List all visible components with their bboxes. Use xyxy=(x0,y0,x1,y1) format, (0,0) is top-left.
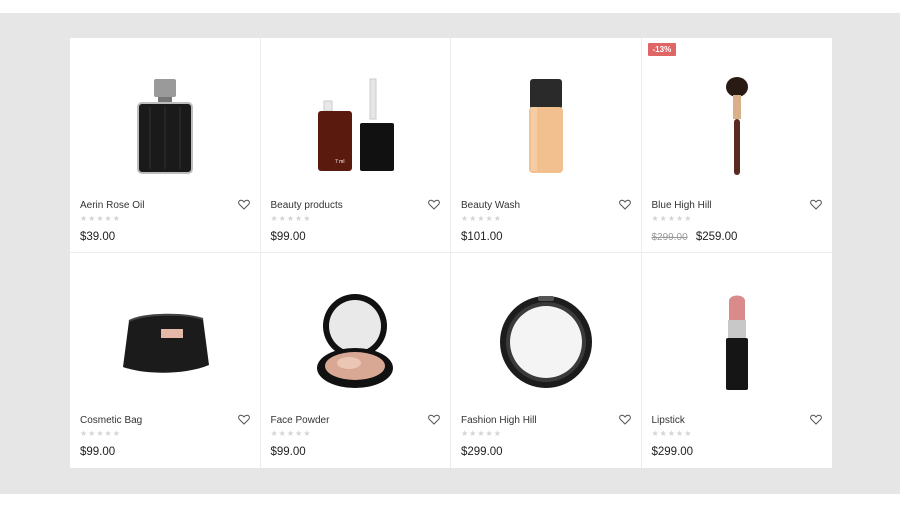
price: $259.00 xyxy=(695,231,738,243)
product-name[interactable]: Cosmetic Bag xyxy=(80,415,142,426)
product-card[interactable]: Face Powder ★★★★★ $99.00 xyxy=(261,253,451,468)
product-card[interactable]: Aerin Rose Oil ★★★★★ $39.00 xyxy=(70,38,261,253)
rating-stars: ★★★★★ xyxy=(80,429,121,438)
price-row: $99.00 xyxy=(80,446,115,458)
nail-polish-bottle-icon: 7 ml xyxy=(318,78,395,171)
price: $101.00 xyxy=(461,231,503,243)
product-image[interactable] xyxy=(70,52,260,202)
heart-icon[interactable] xyxy=(428,199,440,210)
product-image[interactable] xyxy=(451,52,641,202)
product-image[interactable] xyxy=(70,267,260,417)
product-name[interactable]: Beauty Wash xyxy=(461,200,520,211)
rating-stars: ★★★★★ xyxy=(270,214,312,223)
heart-icon[interactable] xyxy=(237,199,250,210)
bottle-label: 7 ml xyxy=(335,159,344,165)
product-card[interactable]: Fashion High Hill ★★★★★ $299.00 xyxy=(451,253,642,468)
price-row: $299.00 $259.00 xyxy=(652,231,738,243)
heart-icon[interactable] xyxy=(618,414,631,425)
product-name[interactable]: Face Powder xyxy=(271,415,330,426)
product-card[interactable]: Beauty Wash ★★★★★ $101.00 xyxy=(451,38,642,253)
product-name[interactable]: Lipstick xyxy=(652,415,685,426)
price-row: $299.00 xyxy=(652,446,694,458)
makeup-brush-icon xyxy=(725,77,748,175)
rating-stars: ★★★★★ xyxy=(461,429,502,438)
product-grid: Aerin Rose Oil ★★★★★ $39.00 7 ml Beauty … xyxy=(70,38,832,468)
product-name[interactable]: Fashion High Hill xyxy=(461,415,537,426)
price-row: $39.00 xyxy=(80,231,115,243)
rating-stars: ★★★★★ xyxy=(651,429,693,438)
price: $299.00 xyxy=(461,446,503,458)
product-card[interactable]: Lipstick ★★★★★ $299.00 xyxy=(642,253,833,468)
old-price: $299.00 xyxy=(651,232,688,243)
price-row: $299.00 xyxy=(461,446,503,458)
rating-stars: ★★★★★ xyxy=(80,214,121,223)
product-image[interactable] xyxy=(642,52,833,202)
heart-icon[interactable] xyxy=(618,199,631,210)
price-row: $101.00 xyxy=(461,231,503,243)
pressed-powder-icon xyxy=(499,296,592,388)
product-image[interactable] xyxy=(451,267,641,417)
product-name[interactable]: Aerin Rose Oil xyxy=(80,200,144,211)
compact-powder-icon xyxy=(317,294,394,388)
rating-stars: ★★★★★ xyxy=(651,214,693,223)
product-card[interactable]: -13% Blue High Hill ★★★★★ $299.00 $259.0… xyxy=(641,38,833,253)
product-image[interactable]: 7 ml xyxy=(261,52,451,202)
lipstick-icon xyxy=(725,295,748,390)
price: $39.00 xyxy=(80,231,116,243)
perfume-bottle-icon xyxy=(136,79,193,174)
price: $99.00 xyxy=(270,231,306,243)
price: $99.00 xyxy=(80,446,116,458)
heart-icon[interactable] xyxy=(237,414,250,425)
heart-icon[interactable] xyxy=(810,199,822,210)
price: $99.00 xyxy=(270,446,306,458)
product-card[interactable]: Cosmetic Bag ★★★★★ $99.00 xyxy=(70,253,261,468)
product-name[interactable]: Blue High Hill xyxy=(652,200,712,211)
product-name[interactable]: Beauty products xyxy=(271,200,343,211)
foundation-bottle-icon xyxy=(528,79,563,173)
product-image[interactable] xyxy=(642,267,833,417)
cosmetic-bag-icon xyxy=(122,313,209,373)
product-card[interactable]: 7 ml Beauty products ★★★★★ $99.00 xyxy=(260,38,451,253)
rating-stars: ★★★★★ xyxy=(461,214,502,223)
price-row: $99.00 xyxy=(271,446,306,458)
product-image[interactable] xyxy=(261,267,451,417)
heart-icon[interactable] xyxy=(810,414,822,425)
heart-icon[interactable] xyxy=(428,414,440,425)
price: $299.00 xyxy=(651,446,694,458)
price-row: $99.00 xyxy=(271,231,306,243)
rating-stars: ★★★★★ xyxy=(270,429,312,438)
